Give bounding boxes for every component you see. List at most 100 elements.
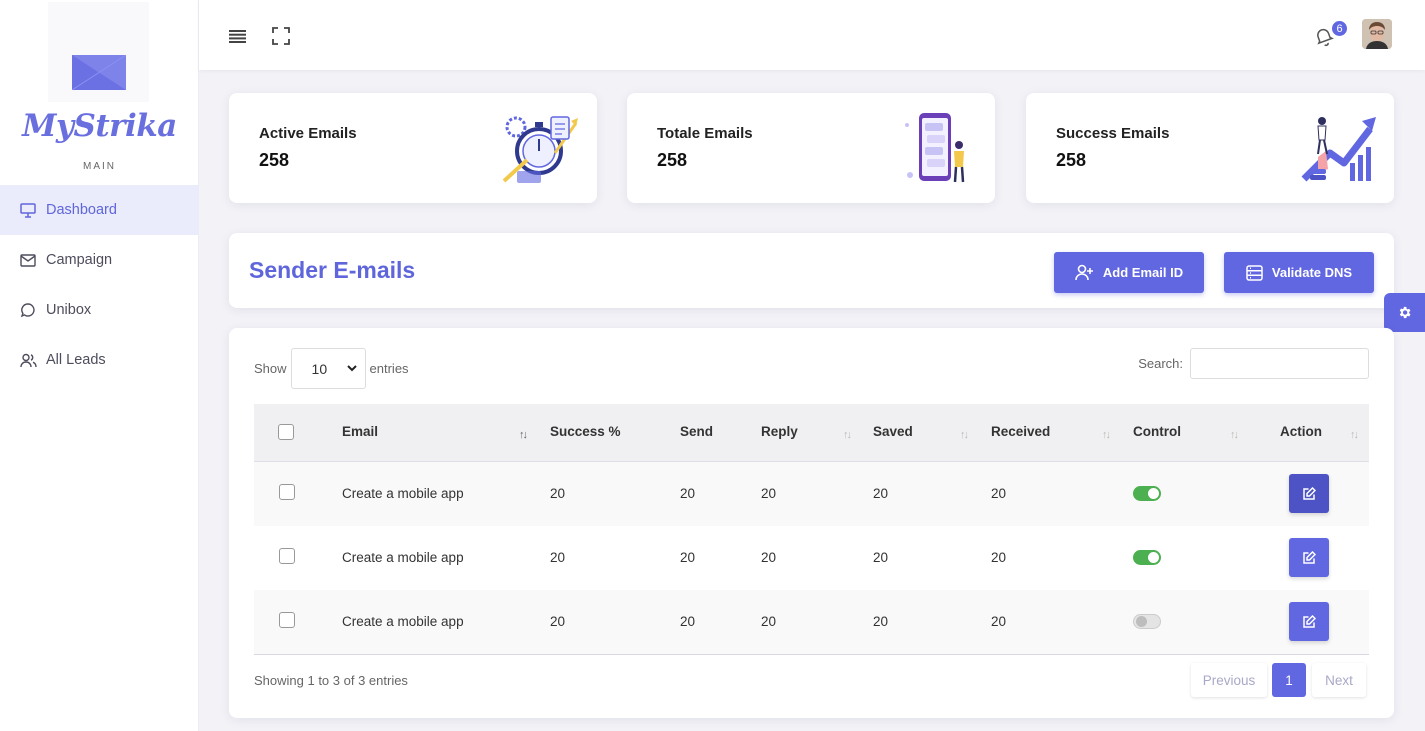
toggle-knob	[1148, 552, 1159, 563]
select-all-checkbox[interactable]	[278, 424, 294, 440]
sort-icon[interactable]: ↑↓	[843, 429, 852, 441]
toggle-knob	[1136, 616, 1147, 627]
sort-icon[interactable]: ↑↓	[519, 429, 528, 441]
entries-label: entries	[369, 361, 409, 376]
column-success[interactable]: Success %	[550, 424, 621, 439]
cell-saved: 20	[873, 550, 889, 565]
column-action[interactable]: Action	[1280, 424, 1322, 439]
validate-dns-label: Validate DNS	[1271, 265, 1353, 280]
cell-send: 20	[680, 614, 696, 629]
sidebar-item-unibox[interactable]: Unibox	[0, 285, 199, 335]
sidebar-item-label: Dashboard	[46, 202, 117, 218]
pagination-previous[interactable]: Previous	[1191, 663, 1267, 697]
cell-received: 20	[991, 486, 1007, 501]
stopwatch-illustration	[502, 116, 578, 183]
menu-icon[interactable]	[227, 26, 247, 46]
cell-reply: 20	[761, 486, 777, 501]
sender-emails-header: Sender E-mails Add Email ID Validate DNS	[229, 233, 1394, 308]
pagination-next[interactable]: Next	[1312, 663, 1366, 697]
cell-success: 20	[550, 486, 566, 501]
edit-button[interactable]	[1289, 602, 1329, 641]
notification-badge: 6	[1330, 19, 1349, 38]
table-divider	[254, 654, 1369, 655]
toggle-knob	[1148, 488, 1159, 499]
edit-button[interactable]	[1289, 474, 1329, 513]
add-user-icon	[1075, 264, 1093, 281]
control-toggle[interactable]	[1133, 614, 1161, 629]
brand-name[interactable]: MyStrika	[0, 108, 199, 144]
cell-received: 20	[991, 550, 1007, 565]
cell-email: Create a mobile app	[342, 486, 464, 501]
sort-icon[interactable]: ↑↓	[1102, 429, 1111, 441]
sidebar-nav: Dashboard Campaign Unibox All Leads	[0, 185, 199, 385]
stat-label: Success Emails	[1056, 125, 1170, 142]
sort-icon[interactable]: ↑↓	[960, 429, 969, 441]
table-row: Create a mobile app 20 20 20 20 20	[254, 462, 1369, 526]
search-input[interactable]	[1190, 348, 1369, 379]
edit-icon	[1302, 551, 1316, 564]
sidebar-item-all-leads[interactable]: All Leads	[0, 335, 199, 385]
cell-send: 20	[680, 486, 696, 501]
sender-emails-table-card: Show 10 entries Search: Email ↑↓ Success…	[229, 328, 1394, 718]
stat-value: 258	[657, 150, 688, 170]
entries-select-value: 10	[311, 360, 328, 377]
row-checkbox[interactable]	[279, 612, 295, 628]
nav-section-label: MAIN	[83, 161, 116, 172]
sidebar-item-campaign[interactable]: Campaign	[0, 235, 199, 285]
entries-control: Show 10 entries	[254, 348, 409, 389]
cell-email: Create a mobile app	[342, 550, 464, 565]
growth-illustration	[1301, 117, 1376, 182]
settings-button[interactable]	[1384, 293, 1425, 332]
edit-button[interactable]	[1289, 538, 1329, 577]
column-send[interactable]: Send	[680, 424, 713, 439]
cell-saved: 20	[873, 486, 889, 501]
column-saved[interactable]: Saved	[873, 424, 913, 439]
sidebar-item-label: Campaign	[46, 252, 113, 268]
chat-icon	[19, 301, 37, 319]
fullscreen-icon[interactable]	[271, 26, 291, 46]
stat-label: Active Emails	[259, 125, 357, 142]
column-received[interactable]: Received	[991, 424, 1050, 439]
users-icon	[19, 351, 37, 369]
column-control[interactable]: Control	[1133, 424, 1181, 439]
page-title: Sender E-mails	[249, 257, 416, 283]
table-header: Email ↑↓ Success % Send Reply ↑↓ Saved ↑…	[254, 404, 1369, 462]
control-toggle[interactable]	[1133, 550, 1161, 565]
monitor-icon	[19, 201, 37, 219]
topbar: 6	[199, 0, 1425, 70]
chevron-down-icon	[346, 365, 357, 372]
avatar[interactable]	[1362, 19, 1392, 49]
logo-envelope-icon	[72, 55, 126, 90]
stat-card-success-emails: Success Emails 258	[1026, 93, 1394, 203]
cell-success: 20	[550, 614, 566, 629]
mail-icon	[19, 251, 37, 269]
row-checkbox[interactable]	[279, 548, 295, 564]
gear-icon	[1399, 306, 1411, 319]
phone-illustration	[905, 113, 965, 183]
table-search: Search:	[1138, 348, 1369, 379]
cell-send: 20	[680, 550, 696, 565]
stat-card-totale-emails: Totale Emails 258	[627, 93, 995, 203]
edit-icon	[1302, 487, 1316, 500]
validate-dns-button[interactable]: Validate DNS	[1224, 252, 1374, 293]
sidebar-item-label: Unibox	[46, 302, 92, 318]
show-label: Show	[254, 361, 287, 376]
table-row: Create a mobile app 20 20 20 20 20	[254, 526, 1369, 590]
sidebar: MyStrika MAIN Dashboard Campaign Unibox …	[0, 0, 199, 731]
pagination-page-1[interactable]: 1	[1272, 663, 1306, 697]
sort-icon[interactable]: ↑↓	[1350, 429, 1359, 441]
sidebar-item-label: All Leads	[46, 352, 106, 368]
sidebar-item-dashboard[interactable]: Dashboard	[0, 185, 199, 235]
add-email-id-button[interactable]: Add Email ID	[1054, 252, 1204, 293]
edit-icon	[1302, 615, 1316, 628]
column-reply[interactable]: Reply	[761, 424, 798, 439]
cell-success: 20	[550, 550, 566, 565]
cell-email: Create a mobile app	[342, 614, 464, 629]
stat-value: 258	[1056, 150, 1087, 170]
row-checkbox[interactable]	[279, 484, 295, 500]
cell-received: 20	[991, 614, 1007, 629]
entries-select[interactable]: 10	[290, 348, 366, 389]
column-email[interactable]: Email	[342, 424, 378, 439]
control-toggle[interactable]	[1133, 486, 1161, 501]
sort-icon[interactable]: ↑↓	[1230, 429, 1239, 441]
